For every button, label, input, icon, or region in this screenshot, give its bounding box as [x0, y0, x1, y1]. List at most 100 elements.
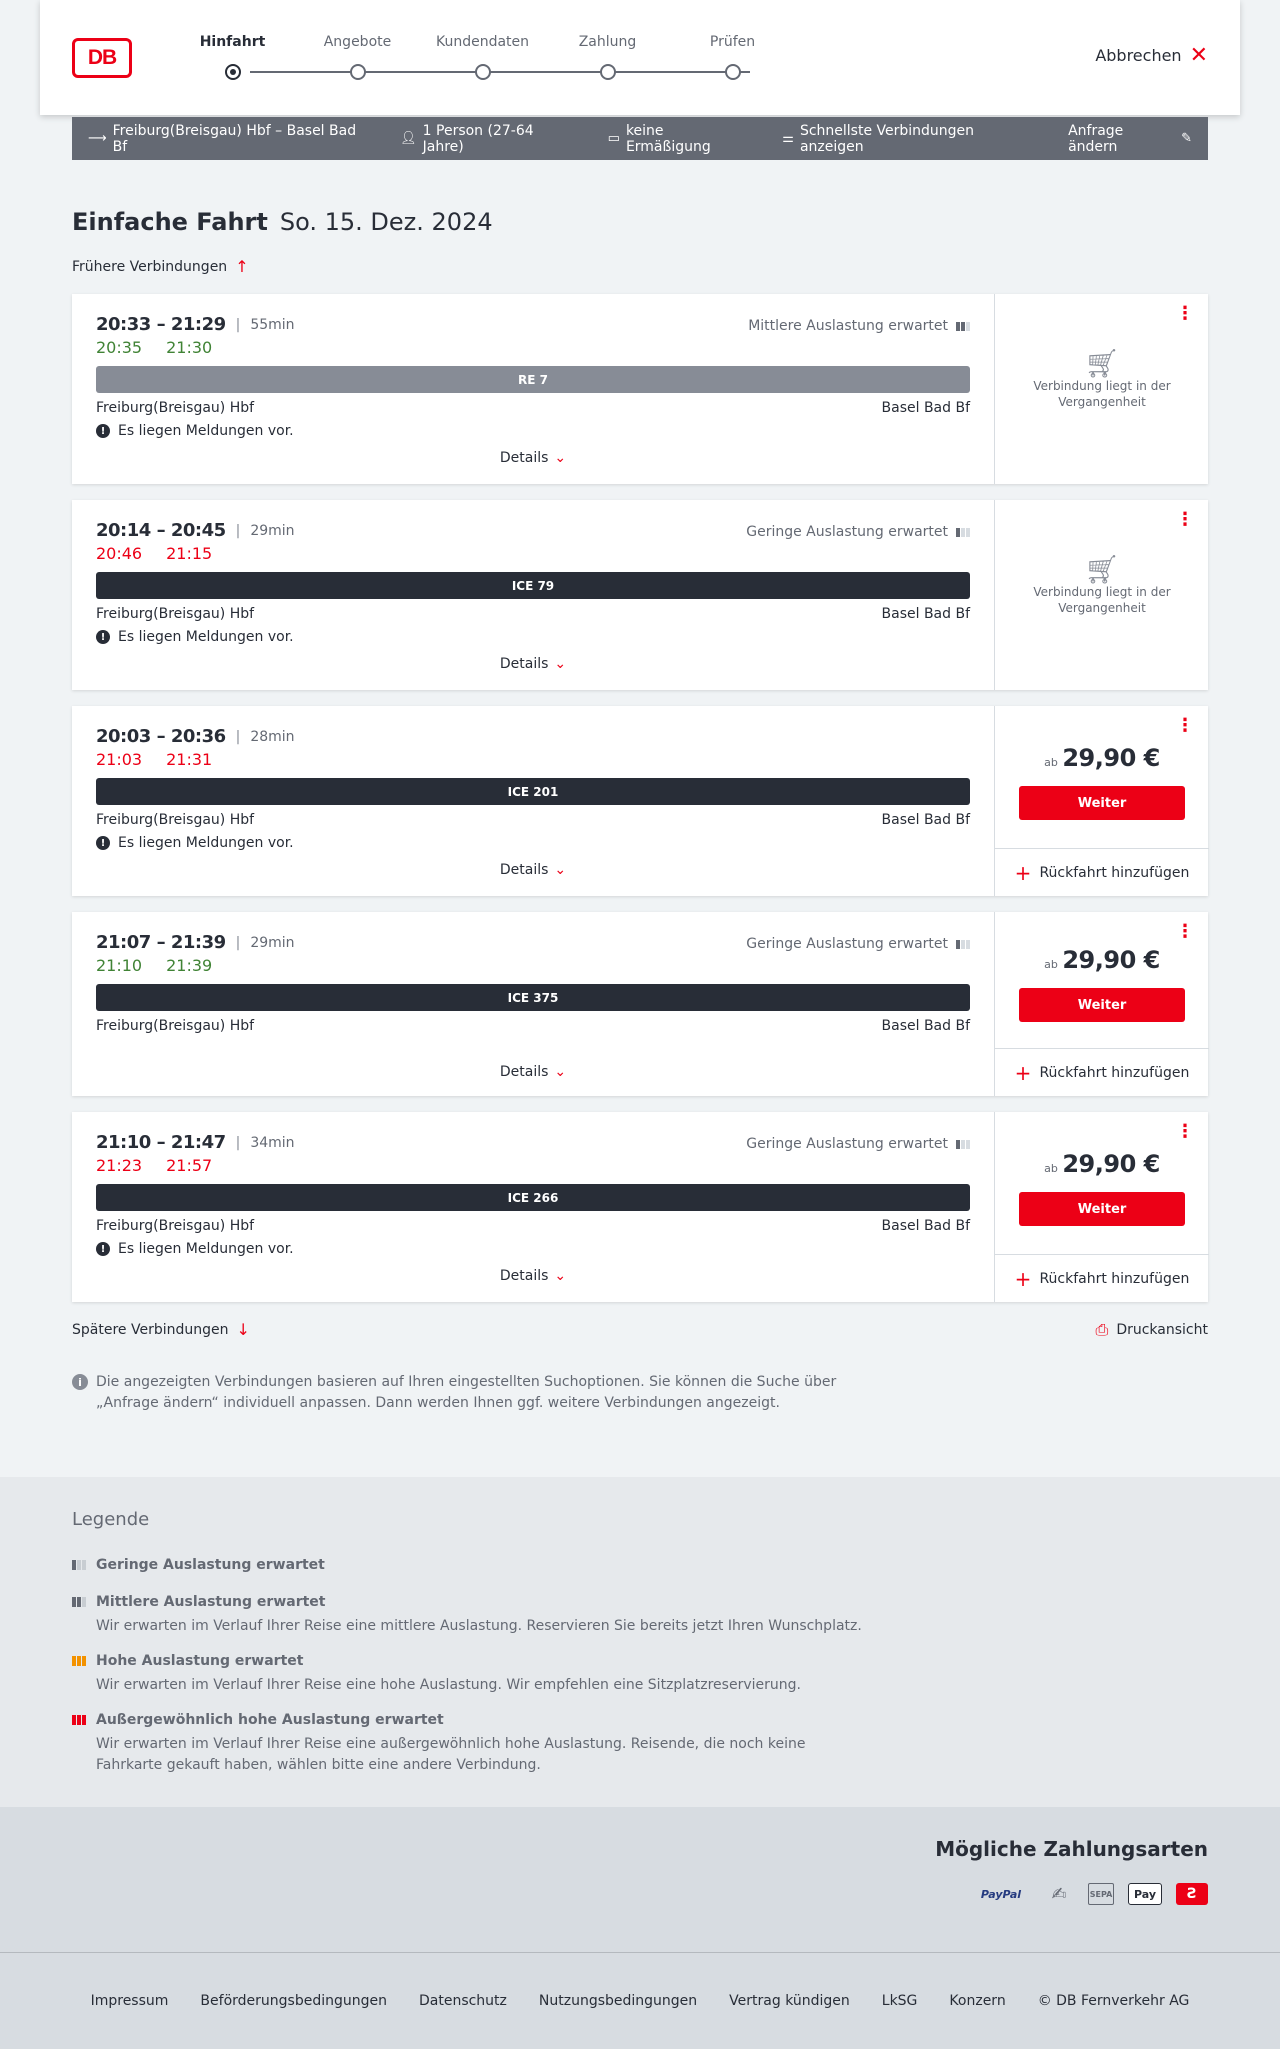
db-card-icon: Ƨ [1176, 1883, 1208, 1905]
past-text: Verbindung liegt in der Vergangenheit [1033, 585, 1171, 615]
connection-card: 21:10 – 21:47 | 34min 21:23 21:57 Gering… [72, 1112, 1209, 1302]
actual-arrival: 21:30 [166, 338, 213, 357]
change-request-button[interactable]: Anfrage ändern ✎ [1068, 123, 1192, 155]
direct-debit-icon: ✍ [1051, 1883, 1067, 1905]
origin-station: Freiburg(Breisgau) Hbf [96, 812, 255, 828]
footer-link-vertrag-kuendigen[interactable]: Vertrag kündigen [729, 1993, 850, 2009]
footer-link-datenschutz[interactable]: Datenschutz [419, 1993, 507, 2009]
message-notice: ! Es liegen Meldungen vor. [96, 629, 294, 645]
destination-station: Basel Bad Bf [881, 812, 970, 828]
train-bar[interactable]: RE 7 [96, 366, 970, 393]
more-options-icon[interactable]: ⋮ [1176, 511, 1194, 529]
connection-card: 20:33 – 21:29 | 55min 20:35 21:30 Mittle… [72, 294, 1208, 484]
details-toggle[interactable]: Details ⌄ [72, 656, 994, 672]
add-return-button[interactable]: + Rückfahrt hinzufügen [995, 1048, 1209, 1096]
train-bar[interactable]: ICE 266 [96, 1184, 970, 1211]
more-options-icon[interactable]: ⋮ [1176, 1123, 1194, 1141]
legend-title: Legende [72, 1509, 150, 1530]
details-toggle[interactable]: Details ⌄ [72, 862, 994, 878]
person-icon: 👤︎ [400, 131, 417, 146]
add-return-button[interactable]: + Rückfahrt hinzufügen [995, 848, 1209, 896]
separator: | [235, 1134, 241, 1151]
price-prefix: ab [1044, 1162, 1058, 1175]
add-return-button[interactable]: + Rückfahrt hinzufügen [995, 1254, 1209, 1302]
print-label: Druckansicht [1116, 1322, 1208, 1338]
summary-route: ⟶ Freiburg(Breisgau) Hbf – Basel Bad Bf [88, 123, 366, 155]
continue-button[interactable]: Weiter [1019, 988, 1185, 1022]
more-options-icon[interactable]: ⋮ [1176, 923, 1194, 941]
actual-times: 20:35 21:30 [96, 338, 212, 357]
legend-section: Legende Geringe Auslastung erwartet Mitt… [0, 1477, 1280, 1807]
details-toggle[interactable]: Details ⌄ [72, 1064, 994, 1080]
actual-arrival: 21:57 [166, 1156, 213, 1175]
footer-copyright: © DB Fernverkehr AG [1037, 1993, 1190, 2009]
footer-link-nutzungsbedingungen[interactable]: Nutzungsbedingungen [539, 1993, 697, 2009]
cancel-label: Abbrechen [1095, 46, 1182, 65]
more-options-icon[interactable]: ⋮ [1176, 717, 1194, 735]
legend-item-desc: Wir erwarten im Verlauf Ihrer Reise eine… [96, 1736, 806, 1773]
stations: Freiburg(Breisgau) Hbf Basel Bad Bf [96, 812, 970, 828]
connection-card: 20:14 – 20:45 | 29min 20:46 21:15 Gering… [72, 500, 1208, 690]
planned-time: 20:03 – 20:36 [96, 726, 226, 747]
info-icon: i [72, 1374, 88, 1390]
print-view-link[interactable]: ⎙ Druckansicht [1096, 1320, 1208, 1340]
add-return-label: Rückfahrt hinzufügen [1039, 864, 1190, 881]
summary-discount: ▭ keine Ermäßigung [608, 123, 749, 155]
alert-icon: ! [96, 1242, 110, 1256]
destination-station: Basel Bad Bf [881, 1018, 970, 1034]
details-toggle[interactable]: Details ⌄ [72, 450, 994, 466]
later-connections-link[interactable]: Spätere Verbindungen ↓ [72, 1320, 250, 1339]
occupancy-medium-icon [956, 321, 970, 331]
footer-link-konzern[interactable]: Konzern [949, 1993, 1005, 2009]
continue-button[interactable]: Weiter [1019, 786, 1185, 820]
occupancy-info: Geringe Auslastung erwartet [746, 936, 970, 952]
alert-icon: ! [96, 630, 110, 644]
actual-departure: 21:23 [96, 1156, 143, 1175]
occupancy-low-icon [956, 939, 970, 949]
duration: 29min [250, 934, 295, 951]
duration: 28min [250, 728, 295, 745]
footer-link-impressum[interactable]: Impressum [91, 1993, 169, 2009]
details-toggle[interactable]: Details ⌄ [72, 1268, 994, 1284]
earlier-connections-link[interactable]: Frühere Verbindungen ↑ [72, 257, 249, 276]
duration: 29min [250, 522, 295, 539]
step-label: Hinfahrt [199, 34, 266, 50]
planned-time: 20:33 – 21:29 [96, 314, 226, 335]
occupancy-info: Mittlere Auslastung erwartet [748, 318, 970, 334]
occupancy-label: Geringe Auslastung erwartet [746, 1136, 948, 1152]
connection-info: 21:10 – 21:47 | 34min 21:23 21:57 Gering… [72, 1112, 994, 1302]
cart-disabled-icon: 🛒︎ [1084, 553, 1120, 586]
payment-section: Mögliche Zahlungsarten PayPal ✍ SEPA Pay… [0, 1807, 1280, 1952]
continue-button[interactable]: Weiter [1019, 1192, 1185, 1226]
arrow-up-icon: ↑ [235, 257, 249, 276]
train-bar[interactable]: ICE 79 [96, 572, 970, 599]
actual-departure: 21:10 [96, 956, 143, 975]
legend-item-very-high: Außergewöhnlich hohe Auslastung erwartet… [72, 1712, 872, 1776]
step-zahlung: Zahlung [545, 34, 670, 80]
footer-link-lksg[interactable]: LkSG [882, 1993, 918, 2009]
db-logo[interactable]: DB [72, 38, 132, 78]
step-pruefen: Prüfen [670, 34, 795, 80]
card-icon: ▭ [607, 131, 620, 146]
price-prefix: ab [1044, 958, 1058, 971]
price-value: 29,90 € [1062, 946, 1160, 974]
origin-station: Freiburg(Breisgau) Hbf [96, 400, 255, 416]
step-label: Kundendaten [435, 34, 530, 50]
more-options-icon[interactable]: ⋮ [1176, 305, 1194, 323]
cancel-button[interactable]: Abbrechen ✕ [1095, 44, 1208, 66]
step-kundendaten: Kundendaten [420, 34, 545, 80]
train-bar[interactable]: ICE 201 [96, 778, 970, 805]
message-notice: ! Es liegen Meldungen vor. [96, 835, 294, 851]
train-bar[interactable]: ICE 375 [96, 984, 970, 1011]
price-value: 29,90 € [1062, 1150, 1160, 1178]
legend-item-heading: Außergewöhnlich hohe Auslastung erwartet [72, 1712, 872, 1728]
trip-date: So. 15. Dez. 2024 [279, 208, 493, 236]
step-label: Zahlung [578, 34, 637, 50]
occupancy-low-icon [956, 527, 970, 537]
step-label: Angebote [323, 34, 392, 50]
footer-link-befoerderungsbedingungen[interactable]: Beförderungsbedingungen [200, 1993, 387, 2009]
separator: | [235, 316, 241, 333]
chevron-down-icon: ⌄ [554, 1268, 567, 1284]
destination-station: Basel Bad Bf [881, 400, 970, 416]
pencil-icon: ✎ [1181, 131, 1192, 146]
